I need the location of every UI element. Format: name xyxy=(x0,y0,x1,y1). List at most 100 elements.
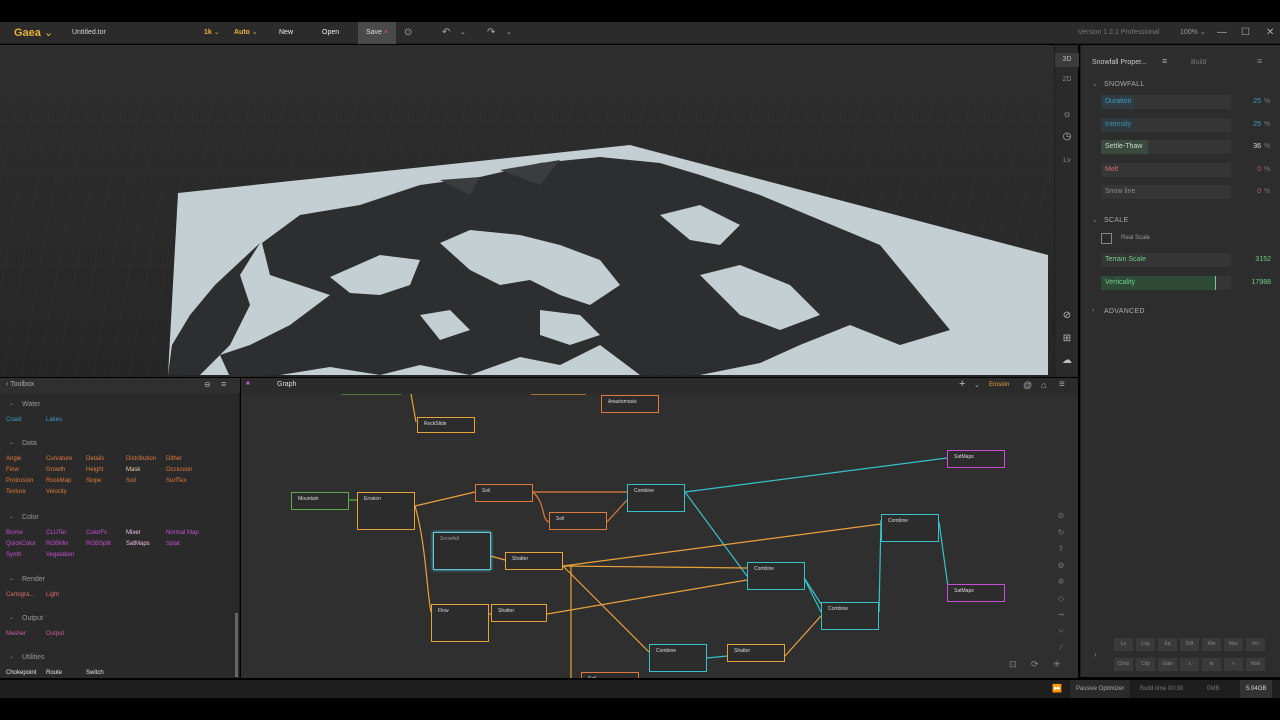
toolbox-section-color[interactable]: Color xyxy=(22,514,39,521)
menu-icon[interactable]: ≡ xyxy=(1257,56,1262,66)
menu-icon[interactable]: ≡ xyxy=(221,379,226,389)
toolbox-item[interactable]: RGBMix xyxy=(46,541,68,547)
graph-node[interactable]: Erosion xyxy=(357,492,415,530)
open-button[interactable]: Open xyxy=(322,22,339,44)
graph-node[interactable]: Combine xyxy=(627,484,685,512)
clock-icon[interactable]: ◷ xyxy=(1055,131,1079,142)
toolbox-item[interactable]: Splat xyxy=(166,541,180,547)
graph-node[interactable]: Flow xyxy=(431,604,489,642)
rotate-icon[interactable]: ⟳ xyxy=(1031,659,1039,670)
graph-node[interactable]: RockSlide xyxy=(417,417,475,433)
toolbox-title[interactable]: ‹ Toolbox xyxy=(6,381,34,388)
toolbox-item[interactable]: Distribution xyxy=(126,456,156,462)
close-window-icon[interactable]: ✕ xyxy=(1266,22,1274,44)
toolbox-item[interactable]: Biome xyxy=(6,530,23,536)
slider-value[interactable]: 36 xyxy=(1239,143,1261,150)
slider-4[interactable]: Snow line xyxy=(1101,185,1231,199)
refresh-icon[interactable]: ↻ xyxy=(1054,525,1068,542)
slider-1[interactable]: Intensity xyxy=(1101,118,1231,132)
view-2d-button[interactable]: 2D xyxy=(1055,76,1079,83)
node-graph[interactable]: ■ Graph + ⌄ Erosion @ ⌂ ≡ RockSlide Anas… xyxy=(241,378,1078,678)
maximize-icon[interactable]: ☐ xyxy=(1241,22,1250,44)
resolution-dropdown[interactable]: 1k ⌄ xyxy=(204,22,220,44)
target-icon[interactable]: ⊙ xyxy=(404,22,412,44)
toolbox-item[interactable]: Occlusion xyxy=(166,467,192,473)
toolbox-item[interactable]: Curvature xyxy=(46,456,72,462)
expand-chevron-icon[interactable]: › xyxy=(1092,307,1094,314)
operator-button[interactable]: Diff xyxy=(1180,638,1199,651)
section-snowfall[interactable]: SNOWFALL xyxy=(1104,81,1145,88)
operator-button[interactable]: Gain xyxy=(1158,658,1177,671)
toolbox-item[interactable]: Normal Map xyxy=(166,530,199,536)
operator-button[interactable]: Clip xyxy=(1136,658,1155,671)
graph-node[interactable]: Soil xyxy=(475,484,533,502)
collapse-chevron-icon[interactable]: ⌄ xyxy=(9,575,14,582)
graph-node[interactable]: Combine xyxy=(649,644,707,672)
toolbox-item[interactable]: Coast xyxy=(6,417,22,423)
toolbox-item[interactable]: Mesher xyxy=(6,631,26,637)
graph-node[interactable]: Shatter xyxy=(505,552,563,570)
chevron-down-icon[interactable]: ⌄ xyxy=(506,22,512,44)
chevron-down-icon[interactable]: ⌄ xyxy=(974,381,980,389)
graph-tab[interactable]: Graph xyxy=(277,381,296,388)
home-icon[interactable]: ⌂ xyxy=(1041,380,1046,390)
toolbox-item[interactable]: SurfTex xyxy=(166,478,186,484)
toolbox-item[interactable]: QuickColor xyxy=(6,541,36,547)
slider-value[interactable]: 0 xyxy=(1239,166,1261,173)
disable-icon[interactable]: ⊘ xyxy=(1054,508,1068,525)
play-icon[interactable]: ⏩ xyxy=(1052,680,1062,698)
operator-button[interactable]: Clmp xyxy=(1114,658,1133,671)
toolbox-item[interactable]: RockMap xyxy=(46,478,71,484)
zoom-dropdown[interactable]: 100% ⌄ xyxy=(1180,22,1206,44)
slider-3[interactable]: Melt xyxy=(1101,163,1231,177)
toolbox-item[interactable]: Slope xyxy=(86,478,101,484)
slider-value[interactable]: 17988 xyxy=(1236,279,1271,286)
graph-node[interactable]: Combine xyxy=(821,602,879,630)
wand-icon[interactable]: ⁄ xyxy=(1054,640,1068,657)
graph-node[interactable]: Combine xyxy=(747,562,805,590)
toolbox-item[interactable]: Height xyxy=(86,467,103,473)
branch-icon[interactable]: ⑂ xyxy=(1054,624,1068,641)
toolbox-item[interactable]: Synth xyxy=(6,552,21,558)
toolbox-item[interactable]: Cartogra... xyxy=(6,592,34,598)
toolbox-section-water[interactable]: Water xyxy=(22,401,40,408)
graph-node[interactable]: SatMaps xyxy=(947,450,1005,468)
operator-button[interactable]: Min xyxy=(1202,638,1221,651)
toolbox-item[interactable]: Mixer xyxy=(126,530,141,536)
toolbox-item[interactable]: Lakes xyxy=(46,417,62,423)
collapse-chevron-icon[interactable]: ⌄ xyxy=(9,614,14,621)
collapse-chevron-icon[interactable]: ⌄ xyxy=(9,400,14,407)
toolbox-item[interactable]: Details xyxy=(86,456,104,462)
lv-button[interactable]: Lv xyxy=(1055,157,1079,164)
new-button[interactable]: New xyxy=(279,22,293,44)
at-icon[interactable]: @ xyxy=(1023,380,1032,390)
eye-icon[interactable]: ⊖ xyxy=(204,380,211,389)
slider-handle[interactable] xyxy=(1215,276,1217,290)
graph-node[interactable]: Mountain xyxy=(291,492,349,510)
toolbox-item[interactable]: Route xyxy=(46,670,62,676)
mode-dropdown[interactable]: Auto ⌄ xyxy=(234,22,258,44)
slider-value[interactable]: 0 xyxy=(1239,188,1261,195)
slider-0[interactable]: Duration xyxy=(1101,95,1231,109)
graph-node[interactable]: Snowfall xyxy=(433,532,491,570)
real-scale-checkbox[interactable] xyxy=(1101,233,1112,244)
toolbox-item[interactable]: Protrusion xyxy=(6,478,33,484)
scale-slider-0[interactable]: Terrain Scale xyxy=(1101,253,1231,267)
graph-node[interactable]: Shatter xyxy=(491,604,547,622)
operator-button[interactable]: Lv xyxy=(1114,638,1133,651)
toolbox-item[interactable]: Soil xyxy=(126,478,136,484)
toolbox-section-data[interactable]: Data xyxy=(22,440,37,447)
toolbox-item[interactable]: Switch xyxy=(86,670,104,676)
slider-value[interactable]: 25 xyxy=(1239,121,1261,128)
link-icon[interactable]: ⊸ xyxy=(1054,607,1068,624)
operator-button[interactable]: Inv xyxy=(1246,638,1265,651)
operator-button[interactable]: Max xyxy=(1224,638,1243,651)
toolbox-item[interactable]: Growth xyxy=(46,467,65,473)
properties-tab[interactable]: Snowfall Proper... xyxy=(1092,59,1147,66)
graph-node[interactable]: SatMaps xyxy=(947,584,1005,602)
app-menu[interactable]: Gaea ⌄ xyxy=(14,22,53,44)
toolbox-item[interactable]: ColorFx xyxy=(86,530,107,536)
cloud-icon[interactable]: ☁ xyxy=(1055,355,1079,366)
graph-node[interactable]: Anastomosis xyxy=(601,395,659,413)
add-node-icon[interactable]: + xyxy=(959,378,965,390)
